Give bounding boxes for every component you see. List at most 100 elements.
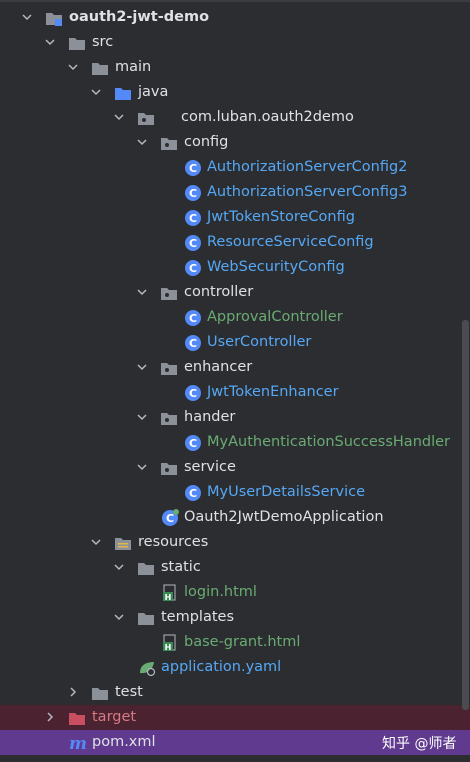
tree-label: templates (161, 609, 235, 625)
chevron-down-icon[interactable] (114, 562, 124, 572)
chevron-right-icon[interactable] (45, 712, 55, 722)
tree-label: static (161, 559, 201, 575)
tree-node-file[interactable]: H login.html (0, 580, 462, 605)
chevron-down-icon[interactable] (137, 412, 147, 422)
tree-node-target[interactable]: target (0, 705, 470, 730)
tree-label: com.luban.oauth2demo (181, 109, 354, 125)
tree-node-service[interactable]: service (0, 455, 462, 480)
tree-node-static[interactable]: static (0, 555, 462, 580)
svg-text:C: C (189, 187, 197, 200)
tree-label: UserController (207, 334, 312, 350)
java-class-icon: C (184, 309, 202, 327)
project-tree: oauth2-jwt-demo src main java com.luban.… (0, 0, 470, 762)
java-class-icon: C (184, 484, 202, 502)
spring-yaml-icon (138, 659, 156, 677)
tree-label: AuthorizationServerConfig3 (207, 184, 408, 200)
tree-label: ResourceServiceConfig (207, 234, 374, 250)
chevron-down-icon[interactable] (137, 362, 147, 372)
chevron-down-icon[interactable] (91, 537, 101, 547)
maven-icon: m (68, 734, 87, 754)
watermark: 知乎 @师者 (382, 736, 457, 752)
java-class-icon: C (184, 434, 202, 452)
package-icon (137, 109, 155, 127)
tree-label: enhancer (184, 359, 253, 375)
chevron-down-icon[interactable] (114, 112, 124, 122)
tree-label: login.html (184, 584, 257, 600)
tree-node-resources[interactable]: resources (0, 530, 462, 555)
resources-folder-icon (114, 534, 132, 552)
folder-icon (91, 684, 109, 702)
tree-node-java[interactable]: java (0, 80, 462, 105)
chevron-down-icon[interactable] (137, 462, 147, 472)
vertical-scrollbar[interactable] (462, 320, 469, 710)
svg-text:C: C (189, 337, 197, 350)
package-icon (160, 359, 178, 377)
spring-boot-class-icon: C (161, 509, 179, 527)
java-class-icon: C (184, 159, 202, 177)
tree-label: main (115, 59, 152, 75)
tree-label: ApprovalController (207, 309, 343, 325)
tree-node-class[interactable]: C JwtTokenStoreConfig (0, 205, 462, 230)
tree-node-class[interactable]: C MyUserDetailsService (0, 480, 462, 505)
tree-label: src (92, 34, 114, 50)
java-class-icon: C (184, 259, 202, 277)
tree-node-config[interactable]: config (0, 130, 462, 155)
chevron-down-icon[interactable] (114, 612, 124, 622)
java-class-icon: C (184, 234, 202, 252)
tree-node-class[interactable]: C AuthorizationServerConfig2 (0, 155, 462, 180)
tree-node-class[interactable]: C AuthorizationServerConfig3 (0, 180, 462, 205)
html-file-icon: H (161, 584, 179, 602)
tree-node-project-root[interactable]: oauth2-jwt-demo (0, 5, 462, 30)
tree-node-class[interactable]: C ResourceServiceConfig (0, 230, 462, 255)
excluded-folder-icon (68, 709, 86, 727)
folder-icon (68, 34, 86, 52)
tree-label: base-grant.html (184, 634, 301, 650)
tree-node-file[interactable]: application.yaml (0, 655, 462, 680)
tree-node-enhancer[interactable]: enhancer (0, 355, 462, 380)
tree-node-class[interactable]: C WebSecurityConfig (0, 255, 462, 280)
tree-node-class[interactable]: C MyAuthenticationSuccessHandler (0, 430, 462, 455)
tree-label: config (184, 134, 229, 150)
java-class-icon: C (184, 334, 202, 352)
tree-node-class[interactable]: C UserController (0, 330, 462, 355)
svg-text:C: C (189, 387, 197, 400)
tree-node-main[interactable]: main (0, 55, 462, 80)
html-file-icon: H (161, 634, 179, 652)
svg-text:C: C (189, 212, 197, 225)
tree-node-class[interactable]: C ApprovalController (0, 305, 462, 330)
tree-label: hander (184, 409, 236, 425)
tree-node-package[interactable]: com.luban.oauth2demo (0, 105, 462, 130)
svg-text:m: m (69, 734, 87, 752)
chevron-right-icon[interactable] (68, 687, 78, 697)
tree-node-templates[interactable]: templates (0, 605, 462, 630)
tree-label: test (115, 684, 143, 700)
tree-label: JwtTokenStoreConfig (207, 209, 355, 225)
tree-label: oauth2-jwt-demo (69, 9, 210, 25)
tree-node-hander[interactable]: hander (0, 405, 462, 430)
tree-label: WebSecurityConfig (207, 259, 345, 275)
package-icon (160, 409, 178, 427)
package-icon (160, 459, 178, 477)
tree-node-file[interactable]: H base-grant.html (0, 630, 462, 655)
chevron-down-icon[interactable] (91, 87, 101, 97)
svg-text:C: C (189, 262, 197, 275)
svg-text:H: H (165, 643, 172, 652)
tree-node-controller[interactable]: controller (0, 280, 462, 305)
svg-text:C: C (166, 512, 174, 525)
tree-node-application-class[interactable]: C Oauth2JwtDemoApplication (0, 505, 462, 530)
tree-label: resources (138, 534, 209, 550)
java-class-icon: C (184, 184, 202, 202)
chevron-down-icon[interactable] (45, 37, 55, 47)
project-folder-icon (45, 9, 63, 27)
tree-label: service (184, 459, 236, 475)
svg-text:C: C (189, 312, 197, 325)
source-folder-icon (114, 84, 132, 102)
chevron-down-icon[interactable] (22, 12, 32, 22)
tree-label: MyUserDetailsService (207, 484, 365, 500)
tree-node-test[interactable]: test (0, 680, 462, 705)
tree-node-src[interactable]: src (0, 30, 462, 55)
chevron-down-icon[interactable] (137, 287, 147, 297)
chevron-down-icon[interactable] (68, 62, 78, 72)
tree-node-class[interactable]: C JwtTokenEnhancer (0, 380, 462, 405)
chevron-down-icon[interactable] (137, 137, 147, 147)
